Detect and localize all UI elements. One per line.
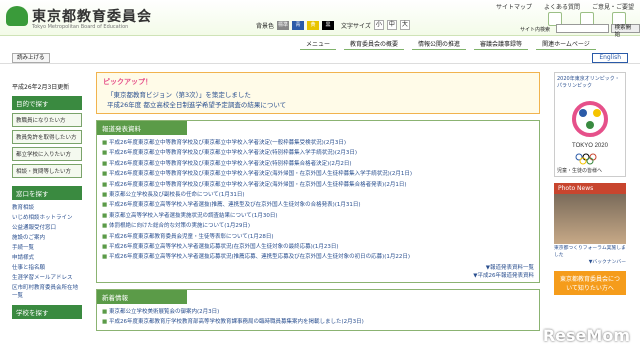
press-item[interactable]: 平成26年度東京都立高等学校入学者選抜応募状況(推薦応募、連携型応募及び在京外国…: [102, 252, 534, 260]
bg-blue-button[interactable]: 青: [292, 20, 305, 30]
press-item[interactable]: 体罰根絶に向けた総合的な対策の実施について(1月29日): [102, 221, 534, 229]
nav-related[interactable]: 関連ホームページ: [536, 38, 596, 50]
window-item[interactable]: いじめ相談ホットライン: [12, 213, 82, 221]
site-title[interactable]: 東京都教育委員会: [32, 6, 152, 26]
press-item[interactable]: 平成26年度東京都教育委員会児童・生徒等表彰について(1月28日): [102, 232, 534, 240]
window-item[interactable]: 施設のご案内: [12, 233, 82, 241]
about-board-banner[interactable]: 東京都教育委員会について知りたい方へ: [554, 271, 626, 295]
photo-news-title: Photo News: [554, 183, 626, 194]
window-item[interactable]: 区市町村教育委員会所在地一覧: [12, 283, 82, 299]
purpose-item[interactable]: 相談・質問等したい方: [12, 164, 82, 178]
main-nav: メニュー 教育委員会の概要 情報公開の推進 審議会議事録等 関連ホームページ: [300, 38, 596, 50]
window-item[interactable]: 教育相談: [12, 203, 82, 211]
window-heading: 窓口を探す: [12, 186, 82, 200]
pickup-link[interactable]: 「東京都教育ビジョン（第3次）」を策定しました: [107, 89, 533, 99]
press-box: 報道発表資料 平成26年度東京都立中等教育学校及び東京都立中学校入学者決定(一般…: [96, 120, 540, 283]
read-aloud-button[interactable]: 読み上げる: [12, 53, 50, 63]
main-content: ピックアップ！ 「東京都教育ビジョン（第3次）」を策定しました 平成26年度 都…: [96, 72, 540, 337]
news-item[interactable]: 東京都公立学校美術展覧会の御案内(2月3日): [102, 307, 534, 315]
nav-overview[interactable]: 教育委員会の概要: [344, 38, 405, 50]
accessibility-bar: 背景色 標準 青 黄 黒 文字サイズ 小 中 大: [256, 20, 410, 30]
window-list: 教育相談 いじめ相談ホットライン 公益通報受付窓口 施設のご案内 手続一覧 申請…: [12, 203, 82, 299]
sitemap-link[interactable]: サイトマップ: [496, 2, 532, 11]
press-item[interactable]: 平成26年度東京都立中等教育学校及び東京都立中学校入学者決定(一般枠募集受検状況…: [102, 138, 534, 146]
press-year-link[interactable]: ▼平成26年報道発表資料: [102, 271, 534, 279]
update-date: 平成26年2月3日更新: [12, 84, 70, 91]
bg-color-label: 背景色: [256, 22, 275, 30]
purpose-heading: 目的で探す: [12, 96, 82, 110]
photo-news-image[interactable]: [554, 194, 626, 244]
search-label: サイト内検索: [520, 27, 551, 33]
pickup-title: ピックアップ！: [103, 78, 152, 86]
purpose-item[interactable]: 教員免許を取得したい方: [12, 130, 82, 144]
news-item[interactable]: 平成26年度東京都教育庁学校教育部高等学校教育課事務局の臨時職員募集案内を掲載し…: [102, 317, 534, 325]
pickup-box: ピックアップ！ 「東京都教育ビジョン（第3次）」を策定しました 平成26年度 都…: [96, 72, 540, 114]
font-size-label: 文字サイズ: [341, 22, 371, 30]
press-item[interactable]: 東京都立高等学校入学者選抜実施状況の調査結果について(1月30日): [102, 211, 534, 219]
resemom-watermark: ReseMom: [542, 326, 630, 345]
press-item[interactable]: 平成26年度東京都立中等教育学校及び東京都立中学校入学者決定(特別枠募集入学手続…: [102, 148, 534, 156]
font-medium-button[interactable]: 中: [386, 20, 397, 30]
press-more-link[interactable]: ▼報道発表資料一覧: [102, 263, 534, 271]
feedback-link[interactable]: ご意見・ご要望: [592, 2, 634, 11]
search-button[interactable]: 検索開始: [610, 24, 640, 38]
right-column: 2020年東京オリンピック・パラリンピック TOKYO 2020 児童・生徒の皆…: [554, 72, 626, 295]
press-item[interactable]: 平成26年度東京都立高等学校入学者選抜(推薦、連携型及び在京外国人生徒対象の合格…: [102, 200, 534, 208]
english-button[interactable]: English: [592, 53, 628, 63]
press-item[interactable]: 平成26年度東京都立高等学校入学者選抜応募状況(在京外国人生徒対象の最終応募)(…: [102, 242, 534, 250]
window-item[interactable]: 生涯学習メールアドレス: [12, 273, 82, 281]
press-item[interactable]: 平成26年度東京都立中等教育学校及び東京都立中学校入学者決定(特別枠募集合格者決…: [102, 159, 534, 167]
window-item[interactable]: 公益通報受付窓口: [12, 223, 82, 231]
search-box: 検索開始: [556, 24, 640, 38]
logo-icon: [6, 6, 28, 26]
window-item[interactable]: 手続一覧: [12, 243, 82, 251]
font-large-button[interactable]: 大: [399, 20, 410, 30]
olympic-emblem-icon: TOKYO 2020: [557, 91, 623, 167]
nav-disclosure[interactable]: 情報公開の推進: [412, 38, 467, 50]
photo-caption[interactable]: 東京都つくりフォーラム実施しました: [554, 244, 626, 258]
top-links: サイトマップ よくある質問 ご意見・ご要望: [496, 2, 634, 11]
school-heading: 学校を探す: [12, 305, 82, 319]
site-subtitle: Tokyo Metropolitan Board of Education: [32, 24, 129, 30]
news-box: 新着情報 東京都公立学校美術展覧会の御案内(2月3日) 平成26年度東京都教育庁…: [96, 288, 540, 332]
window-item[interactable]: 申請様式: [12, 253, 82, 261]
search-input[interactable]: [556, 24, 609, 33]
svg-text:TOKYO 2020: TOKYO 2020: [572, 143, 609, 149]
press-item[interactable]: 平成26年度東京都立中等教育学校及び東京都立中学校入学者決定(海外帰国・在京外国…: [102, 169, 534, 177]
nav-minutes[interactable]: 審議会議事録等: [474, 38, 529, 50]
bg-yellow-button[interactable]: 黄: [307, 20, 320, 30]
news-title: 新着情報: [97, 289, 187, 304]
press-item[interactable]: 東京都公立学校長及び副校長の任命について(1月31日): [102, 190, 534, 198]
purpose-item[interactable]: 都立学校に入りたい方: [12, 147, 82, 161]
left-column: 平成26年2月3日更新 目的で探す 教職員になりたい方 教員免許を取得したい方 …: [12, 82, 82, 322]
purpose-item[interactable]: 教職員になりたい方: [12, 113, 82, 127]
bg-standard-button[interactable]: 標準: [277, 20, 290, 30]
olympic-banner[interactable]: 2020年東京オリンピック・パラリンピック TOKYO 2020 児童・生徒の皆…: [554, 72, 626, 177]
site-header: 東京都教育委員会 Tokyo Metropolitan Board of Edu…: [0, 0, 640, 38]
olympic-title: 2020年東京オリンピック・パラリンピック: [557, 76, 620, 89]
nav-menu[interactable]: メニュー: [300, 38, 337, 50]
backnumber-link[interactable]: ▼バックナンバー: [554, 258, 626, 265]
window-item[interactable]: 仕事と指名願: [12, 263, 82, 271]
faq-link[interactable]: よくある質問: [544, 2, 580, 11]
bg-black-button[interactable]: 黒: [322, 20, 335, 30]
pickup-link[interactable]: 平成26年度 都立高校全日制進学希望予定調査の結果について: [107, 99, 533, 109]
font-small-button[interactable]: 小: [373, 20, 384, 30]
olympic-note: 児童・生徒の皆様へ: [557, 168, 603, 174]
press-title: 報道発表資料: [97, 121, 187, 135]
sub-bar: 読み上げる English: [0, 50, 640, 64]
press-item[interactable]: 平成26年度東京都立中等教育学校及び東京都立中学校入学者決定(海外帰国・在京外国…: [102, 180, 534, 188]
